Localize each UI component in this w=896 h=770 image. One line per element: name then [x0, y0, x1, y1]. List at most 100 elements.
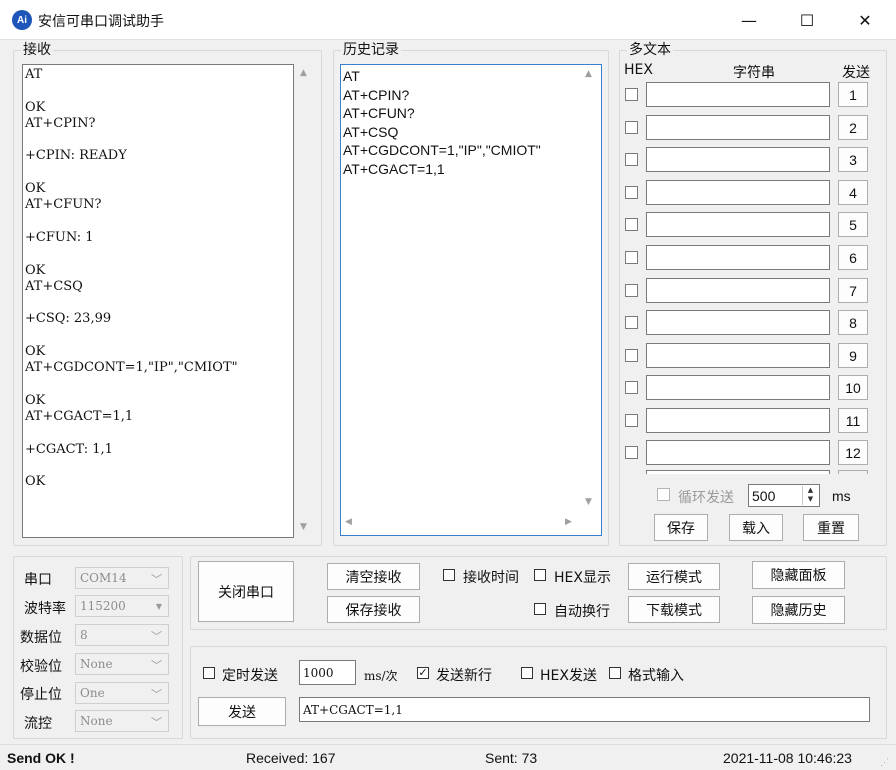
- history-item[interactable]: AT+CPIN?: [343, 86, 599, 105]
- row-string-input[interactable]: [646, 180, 830, 205]
- timed-interval-value: 1000: [303, 665, 334, 680]
- receive-time-label: 接收时间: [463, 570, 519, 586]
- save-receive-button[interactable]: 保存接收: [327, 596, 420, 623]
- row-send-button[interactable]: 5: [838, 212, 868, 237]
- row-send-button[interactable]: 7: [838, 278, 868, 303]
- port-value: COM14: [80, 571, 127, 585]
- row-hex-checkbox[interactable]: [625, 284, 638, 297]
- maximize-icon[interactable]: ☐: [778, 0, 836, 40]
- send-newline-checkbox[interactable]: ✓: [417, 667, 429, 679]
- parity-select[interactable]: None ﹀: [75, 653, 169, 675]
- load-multitext-button[interactable]: 载入: [729, 514, 783, 541]
- reset-multitext-button[interactable]: 重置: [803, 514, 859, 541]
- chevron-down-icon: ﹀: [151, 716, 162, 729]
- row-string-input[interactable]: [646, 245, 830, 270]
- history-item[interactable]: AT+CGDCONT=1,"IP","CMIOT": [343, 141, 599, 160]
- row-hex-checkbox[interactable]: [625, 251, 638, 264]
- timed-send-checkbox[interactable]: [203, 667, 215, 679]
- minimize-icon[interactable]: —: [720, 0, 778, 40]
- port-select[interactable]: COM14 ﹀: [75, 567, 169, 589]
- row-hex-checkbox[interactable]: [625, 316, 638, 329]
- row-hex-checkbox[interactable]: [625, 153, 638, 166]
- stopbits-select[interactable]: One ﹀: [75, 682, 169, 704]
- scroll-down-icon[interactable]: ▼: [300, 522, 307, 532]
- databits-select[interactable]: 8 ﹀: [75, 624, 169, 646]
- history-item[interactable]: AT+CSQ: [343, 123, 599, 142]
- row-hex-checkbox[interactable]: [625, 414, 638, 427]
- scroll-right-icon[interactable]: ▶: [565, 517, 572, 527]
- close-port-button[interactable]: 关闭串口: [198, 561, 294, 622]
- hide-panel-button[interactable]: 隐藏面板: [752, 561, 845, 589]
- row-hex-checkbox[interactable]: [625, 186, 638, 199]
- auto-newline-checkbox[interactable]: [534, 603, 546, 615]
- row-send-button[interactable]: 3: [838, 147, 868, 172]
- row-send-button[interactable]: [838, 470, 868, 474]
- row-string-input[interactable]: [646, 147, 830, 172]
- row-string-input[interactable]: [646, 115, 830, 140]
- row-send-button[interactable]: 8: [838, 310, 868, 335]
- row-send-button[interactable]: 1: [838, 82, 868, 107]
- receive-time-checkbox[interactable]: [443, 569, 455, 581]
- sent-count: Sent: 73: [485, 750, 538, 766]
- stopbits-label: 停止位: [20, 687, 62, 703]
- row-hex-checkbox[interactable]: [625, 88, 638, 101]
- flow-select[interactable]: None ﹀: [75, 710, 169, 732]
- row-string-input[interactable]: [646, 375, 830, 400]
- format-input-label: 格式输入: [628, 668, 684, 684]
- send-text-input[interactable]: AT+CGACT=1,1: [299, 697, 870, 722]
- scroll-up-icon[interactable]: ▲: [300, 68, 307, 78]
- row-send-button[interactable]: 12: [838, 440, 868, 465]
- row-send-button[interactable]: 11: [838, 408, 868, 433]
- chevron-down-icon: ﹀: [151, 573, 162, 586]
- status-bar: Send OK ! Received: 167 Sent: 73 2021-11…: [0, 744, 896, 770]
- history-item[interactable]: AT+CGACT=1,1: [343, 160, 599, 179]
- timed-interval-input[interactable]: 1000: [299, 660, 356, 685]
- status-datetime: 2021-11-08 10:46:23: [723, 750, 852, 766]
- row-string-input[interactable]: [646, 82, 830, 107]
- row-string-input[interactable]: [646, 278, 830, 303]
- hide-history-button[interactable]: 隐藏历史: [752, 596, 845, 624]
- loop-interval-value: 500: [752, 487, 776, 504]
- row-hex-checkbox[interactable]: [625, 381, 638, 394]
- row-string-input[interactable]: [646, 212, 830, 237]
- run-mode-button[interactable]: 运行模式: [628, 563, 720, 590]
- save-multitext-button[interactable]: 保存: [654, 514, 708, 541]
- row-send-button[interactable]: 9: [838, 343, 868, 368]
- row-send-button[interactable]: 6: [838, 245, 868, 270]
- loop-send-checkbox[interactable]: [657, 488, 670, 501]
- row-string-input[interactable]: [646, 343, 830, 368]
- clear-receive-button[interactable]: 清空接收: [327, 563, 420, 590]
- loop-send-label: 循环发送: [678, 490, 734, 506]
- row-string-input[interactable]: [646, 310, 830, 335]
- receive-label: 接收: [21, 42, 53, 58]
- resize-grip-icon[interactable]: ⋰: [880, 757, 889, 768]
- row-string-input[interactable]: [646, 408, 830, 433]
- baud-select[interactable]: 115200 ▼: [75, 595, 169, 617]
- row-send-button[interactable]: 4: [838, 180, 868, 205]
- row-send-button[interactable]: 10: [838, 375, 868, 400]
- row-hex-checkbox[interactable]: [625, 446, 638, 459]
- send-button[interactable]: 发送: [198, 697, 286, 726]
- history-item[interactable]: AT+CFUN?: [343, 104, 599, 123]
- row-hex-checkbox[interactable]: [625, 218, 638, 231]
- interval-spinner-icon[interactable]: ▲ ▼: [802, 486, 818, 505]
- send-newline-label: 发送新行: [436, 668, 492, 684]
- row-string-input[interactable]: [646, 440, 830, 465]
- scroll-up-icon[interactable]: ▲: [585, 69, 592, 79]
- row-send-button[interactable]: 2: [838, 115, 868, 140]
- row-string-input[interactable]: [646, 470, 830, 474]
- history-list[interactable]: AT AT+CPIN? AT+CFUN? AT+CSQ AT+CGDCONT=1…: [340, 64, 602, 536]
- hex-display-checkbox[interactable]: [534, 569, 546, 581]
- format-input-checkbox[interactable]: [609, 667, 621, 679]
- scroll-left-icon[interactable]: ◀: [345, 517, 352, 527]
- receive-textarea[interactable]: AT OK AT+CPIN? +CPIN: READY OK AT+CFUN? …: [22, 64, 294, 538]
- scroll-down-icon[interactable]: ▼: [585, 497, 592, 507]
- download-mode-button[interactable]: 下载模式: [628, 596, 720, 623]
- row-hex-checkbox[interactable]: [625, 349, 638, 362]
- hex-send-checkbox[interactable]: [521, 667, 533, 679]
- row-hex-checkbox[interactable]: [625, 121, 638, 134]
- close-icon[interactable]: ✕: [836, 0, 894, 40]
- history-item[interactable]: AT: [343, 67, 599, 86]
- send-group: [190, 646, 887, 739]
- chevron-down-icon: ﹀: [151, 688, 162, 701]
